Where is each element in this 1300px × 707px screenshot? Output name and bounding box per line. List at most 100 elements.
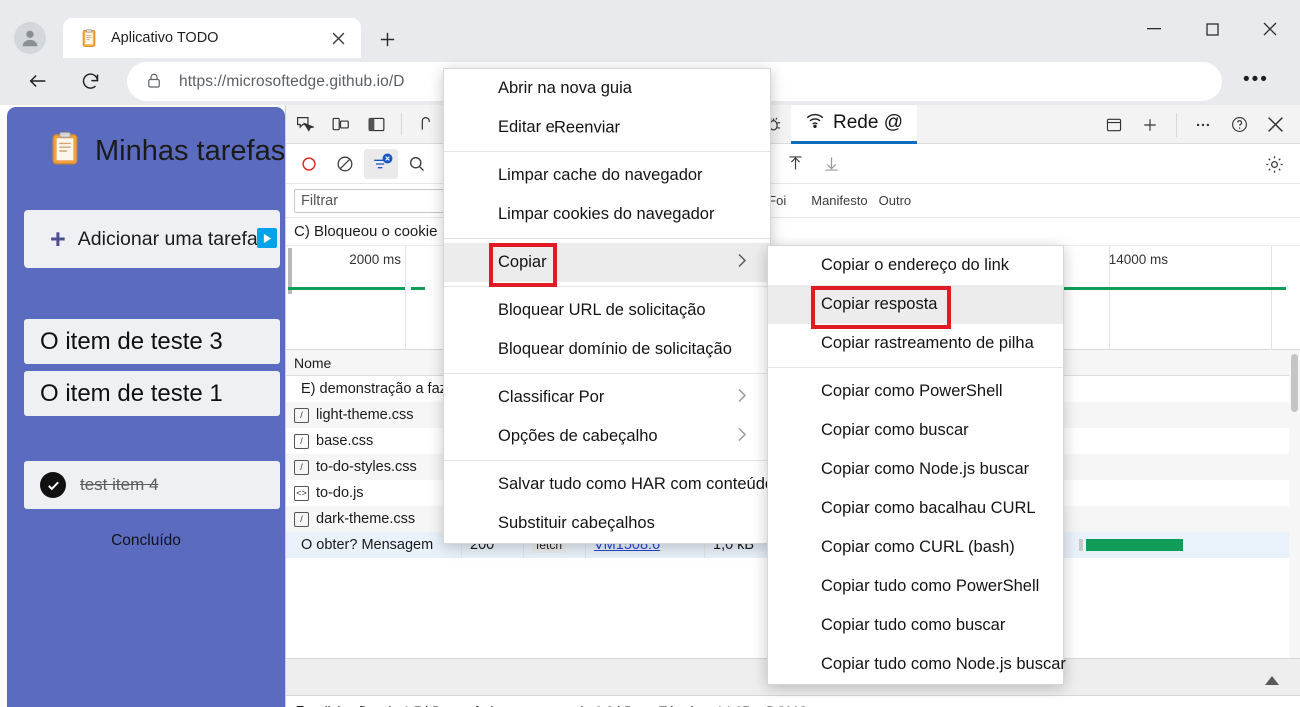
task-text: O item de teste 1 (40, 379, 223, 407)
menu-item-copy-as-curl-cmd[interactable]: Copiar como bacalhau CURL (768, 489, 1063, 528)
cell-name: / dark-theme.css (286, 506, 462, 532)
help-icon[interactable] (1221, 109, 1257, 141)
cell-name: E) demonstração a fazer/ (286, 376, 462, 402)
menu-item-copy-all-as-powershell[interactable]: Copiar tudo como PowerShell (768, 567, 1063, 606)
chevron-right-icon (736, 387, 748, 408)
cursor-pointer-badge (257, 228, 277, 248)
toolbar-divider (1176, 112, 1177, 137)
menu-item-clear-browser-cache[interactable]: Limpar cache do navegador (444, 156, 770, 195)
window-minimize-button[interactable] (1132, 14, 1176, 44)
menu-item-copy-stack-trace[interactable]: Copiar rastreamento de pilha (768, 324, 1063, 363)
menu-item-header-options[interactable]: Opções de cabeçalho (444, 417, 770, 456)
menu-item-copy-response[interactable]: Copiar resposta (768, 285, 1063, 324)
close-devtools-icon[interactable] (1257, 109, 1293, 141)
request-count: 7 (296, 703, 304, 707)
menu-item-copy-as-nodejs-fetch[interactable]: Copiar como Node.js buscar (768, 450, 1063, 489)
clear-icon[interactable] (328, 149, 362, 179)
back-button[interactable] (20, 63, 56, 99)
window-maximize-button[interactable] (1190, 14, 1234, 44)
close-tab-icon[interactable] (325, 25, 351, 51)
tab-network-label: Rede @ (833, 111, 903, 133)
menu-item-block-request-domain[interactable]: Bloquear domínio de solicitação (444, 330, 770, 369)
add-task-button[interactable]: + Adicionar uma tarefa (24, 210, 280, 268)
device-toggle-icon[interactable] (322, 108, 358, 140)
filter-icon[interactable] (364, 148, 398, 179)
list-item[interactable]: O item de teste 3 (24, 319, 280, 364)
more-tools-icon[interactable] (1185, 109, 1221, 141)
menu-item-copy-link-address[interactable]: Copiar o endereço do link (768, 246, 1063, 285)
list-item[interactable]: test item 4 (24, 461, 280, 509)
overview-gridline (405, 246, 406, 350)
stylesheet-icon: / (294, 433, 309, 449)
add-task-label: Adicionar uma tarefa (77, 227, 258, 250)
filter-type-other[interactable]: Outro (879, 193, 912, 208)
menu-separator (444, 238, 770, 239)
clipboard-icon (79, 28, 99, 48)
cell-name: / to-do-styles.css (286, 454, 462, 480)
context-menu[interactable]: Abrir na nova guia Editar e Reenviar Lim… (443, 68, 774, 544)
request-name: dark-theme.css (316, 511, 416, 527)
overview-timeline-bar (411, 287, 425, 290)
overview-gridline (1271, 246, 1272, 350)
menu-item-override-headers[interactable]: Substituir cabeçalhos (444, 504, 770, 543)
request-name: to-do.js (316, 485, 364, 501)
menu-item-clear-browser-cookies[interactable]: Limpar cookies do navegador (444, 195, 770, 234)
context-submenu-copy[interactable]: Copiar o endereço do link Copiar respost… (767, 245, 1066, 685)
tab-network[interactable]: Rede @ (791, 104, 917, 144)
toolbar-divider (401, 113, 402, 135)
profile-avatar[interactable] (14, 22, 46, 54)
menu-item-copy-all-as-fetch[interactable]: Copiar tudo como buscar (768, 606, 1063, 645)
table-scrollbar[interactable] (1289, 350, 1300, 658)
web-page-content: Minhas tarefas + Adicionar uma tarefa To… (0, 105, 285, 707)
waterfall-bar (1086, 539, 1183, 551)
stylesheet-icon: / (294, 511, 309, 527)
dock-side-icon[interactable] (358, 108, 394, 140)
address-text: https://microsoftedge.github.io/D (179, 72, 405, 90)
add-panel-icon[interactable] (1132, 109, 1168, 141)
chevron-up-icon[interactable] (1265, 673, 1279, 691)
download-har-icon[interactable] (814, 149, 848, 179)
search-icon[interactable] (400, 149, 434, 179)
request-name: E) demonstração a fazer/ (301, 381, 462, 397)
filter-type-manifest[interactable]: Manifesto (811, 193, 867, 208)
browser-more-button[interactable]: ••• (1243, 70, 1269, 89)
checkmark-icon[interactable] (40, 472, 66, 498)
menu-item-label: Opções de cabeçalho (498, 427, 658, 445)
inspect-icon[interactable] (286, 108, 322, 140)
network-status-bar: 7 solicitações de 1,7 kB transferiram re… (286, 696, 1300, 707)
column-header-name[interactable]: Nome (286, 349, 462, 376)
new-tab-button[interactable] (372, 24, 402, 54)
elements-icon[interactable] (409, 108, 445, 140)
search-input[interactable]: Filtrar (294, 188, 444, 213)
menu-item-copy[interactable]: Copiar (444, 243, 770, 282)
menu-item-sort-by[interactable]: Classificar Por (444, 378, 770, 417)
upload-har-icon[interactable] (778, 149, 812, 179)
menu-item-copy-all-as-nodejs-fetch[interactable]: Copiar tudo como Node.js buscar (768, 645, 1066, 684)
menu-item-copy-as-powershell[interactable]: Copiar como PowerShell (768, 372, 1063, 411)
menu-item-open-new-tab[interactable]: Abrir na nova guia (444, 69, 770, 108)
reload-button[interactable] (72, 63, 108, 99)
menu-item-copy-as-fetch[interactable]: Copiar como buscar (768, 411, 1063, 450)
cell-name: <> to-do.js (286, 480, 462, 506)
window-close-button[interactable] (1248, 14, 1292, 44)
menu-item-label: Copiar (498, 253, 547, 271)
cell-name: O obter? Mensagem (286, 532, 462, 558)
menu-separator (768, 367, 1063, 368)
menu-item-copy-as-curl-bash[interactable]: Copiar como CURL (bash) (768, 528, 1063, 567)
menu-item-edit-and-resend[interactable]: Editar e Reenviar (444, 108, 770, 147)
devtools-tabbar-right (1096, 105, 1300, 144)
chevron-right-icon (736, 252, 748, 273)
record-button[interactable] (292, 149, 326, 179)
tab-title: Aplicativo TODO (111, 30, 219, 46)
panel-icon[interactable] (1096, 109, 1132, 141)
network-icon (805, 110, 825, 135)
browser-tab[interactable]: Aplicativo TODO (63, 18, 361, 58)
menu-item-block-request-url[interactable]: Bloquear URL de solicitação (444, 291, 770, 330)
scrollbar-thumb[interactable] (1291, 354, 1298, 412)
devtools-tabbar: Rede @ (286, 104, 1300, 144)
list-item[interactable]: O item de teste 1 (24, 371, 280, 416)
gear-icon[interactable] (1257, 149, 1291, 179)
task-text: test item 4 (80, 475, 159, 494)
menu-item-save-all-as-har[interactable]: Salvar tudo como HAR com conteúdo (444, 465, 774, 504)
request-name: light-theme.css (316, 407, 414, 423)
